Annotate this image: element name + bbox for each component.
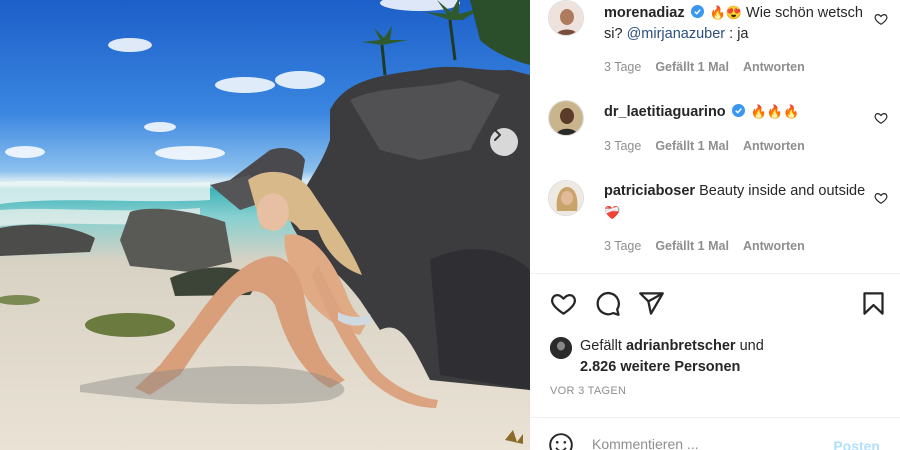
add-comment-bar: Posten [548, 432, 888, 450]
comment-likes-count[interactable]: Gefällt 1 Mal [655, 60, 729, 74]
comment-meta: 3 Tage Gefällt 1 Mal Antworten [604, 239, 805, 253]
avatar[interactable] [548, 180, 584, 216]
comment-like-heart-icon[interactable] [874, 111, 888, 125]
post-side-panel: morenadiaz 🔥😍 Wie schön wetsch si? @mirj… [530, 0, 900, 450]
comment-text: patriciaboser Beauty inside and outside … [604, 181, 874, 224]
emoji-smile-icon[interactable] [548, 432, 574, 450]
comment-input[interactable] [592, 436, 822, 450]
comment-meta: 3 Tage Gefällt 1 Mal Antworten [604, 60, 805, 74]
comment-likes-count[interactable]: Gefällt 1 Mal [655, 239, 729, 253]
paper-plane-icon[interactable] [638, 290, 665, 317]
comment-emoji: ❤️‍🩹 [604, 205, 621, 220]
comment-body-end: : ja [725, 26, 749, 42]
avatar[interactable] [548, 100, 584, 136]
comment-username[interactable]: patriciaboser [604, 183, 695, 199]
post-comment-button[interactable]: Posten [833, 438, 880, 450]
liker-avatar[interactable] [550, 337, 572, 359]
comment-body: Beauty inside and outside [695, 183, 866, 199]
comment-like-heart-icon[interactable] [874, 12, 888, 26]
chevron-right-icon [494, 129, 501, 141]
heart-icon[interactable] [550, 290, 577, 317]
verified-badge-icon [731, 104, 745, 117]
beach-scene-image [0, 0, 530, 444]
likes-conjunction: und [735, 338, 764, 354]
likes-prefix: Gefällt [580, 338, 626, 354]
bookmark-icon[interactable] [860, 290, 887, 317]
post-photo[interactable] [0, 0, 530, 450]
comment-reply-button[interactable]: Antworten [743, 60, 805, 74]
comment-time[interactable]: 3 Tage [604, 239, 641, 253]
likes-others-link[interactable]: 2.826 weitere Personen [580, 357, 740, 378]
comment-time[interactable]: 3 Tage [604, 60, 641, 74]
comment-emoji: 🔥😍 [709, 5, 743, 20]
avatar[interactable] [548, 0, 584, 36]
post-timestamp[interactable]: VOR 3 TAGEN [550, 385, 626, 397]
comment-reply-button[interactable]: Antworten [743, 239, 805, 253]
comment-likes-count[interactable]: Gefällt 1 Mal [655, 139, 729, 153]
comment-time[interactable]: 3 Tage [604, 139, 641, 153]
comment-reply-button[interactable]: Antworten [743, 139, 805, 153]
carousel-next-button[interactable] [490, 128, 518, 156]
comment-username[interactable]: morenadiaz [604, 5, 685, 21]
likes-line-1: Gefällt adrianbretscher und [580, 336, 764, 357]
comment-mention-link[interactable]: @mirjanazuber [627, 26, 726, 42]
comment-emoji: 🔥🔥🔥 [750, 104, 800, 119]
comment-icon[interactable] [594, 290, 621, 317]
comment-meta: 3 Tage Gefällt 1 Mal Antworten [604, 139, 805, 153]
comment-username[interactable]: dr_laetitiaguarino [604, 104, 726, 120]
comment-text: morenadiaz 🔥😍 Wie schön wetsch si? @mirj… [604, 2, 874, 45]
comment-like-heart-icon[interactable] [874, 191, 888, 205]
post-action-bar [548, 290, 888, 318]
comment-text: dr_laetitiaguarino 🔥🔥🔥 [604, 101, 874, 123]
divider [530, 273, 900, 274]
verified-badge-icon [690, 5, 704, 18]
divider [530, 417, 900, 418]
liker-username[interactable]: adrianbretscher [626, 338, 736, 354]
